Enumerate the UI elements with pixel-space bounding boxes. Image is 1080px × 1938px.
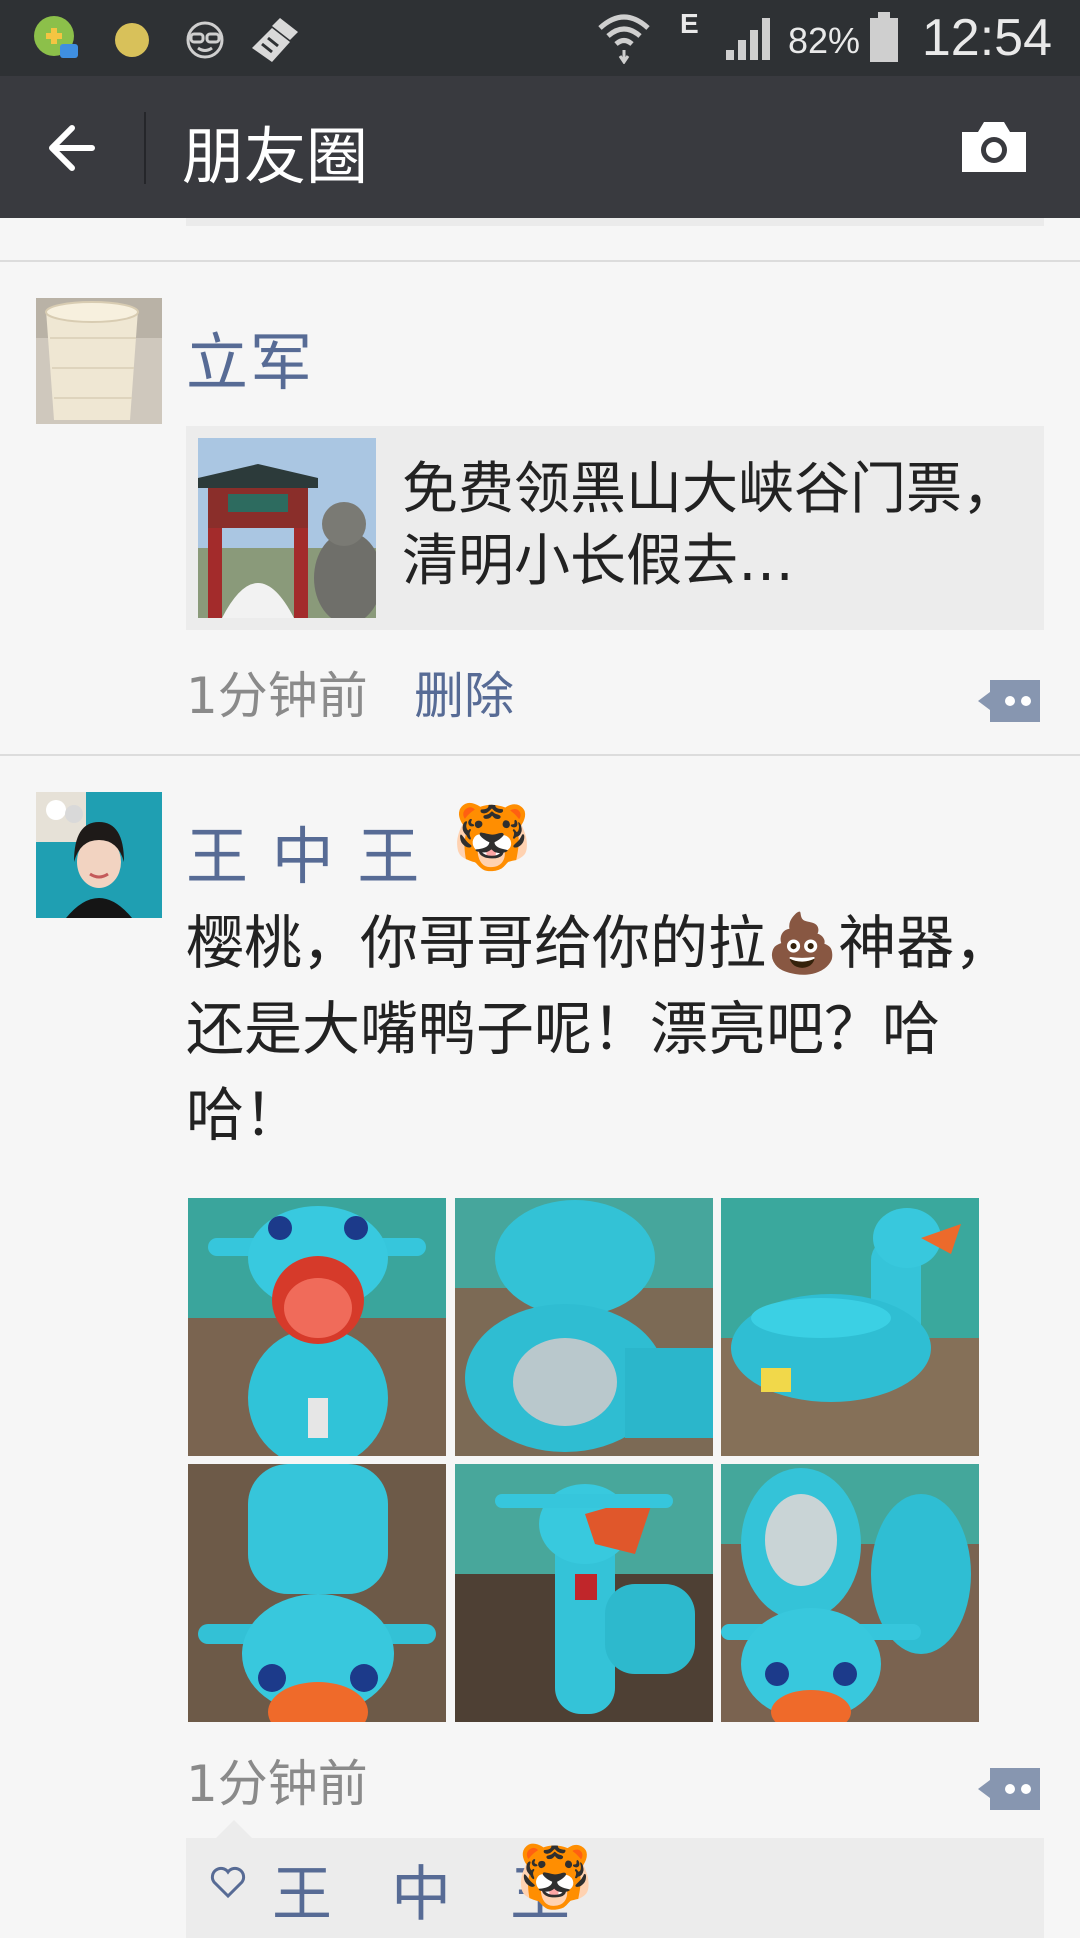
nav-divider (144, 112, 146, 184)
previous-post-edge (186, 218, 1044, 226)
camera-icon[interactable] (958, 118, 1030, 176)
post-divider (0, 260, 1080, 262)
wifi-icon (598, 14, 650, 64)
signal-icon (726, 18, 770, 60)
post-photo-6[interactable] (721, 1464, 979, 1722)
network-type: E (680, 8, 699, 39)
post-author-name[interactable]: 王 中 王 (186, 806, 421, 896)
heart-icon (210, 1866, 246, 1899)
post-author-name[interactable]: 立军 (186, 312, 314, 402)
status-bar: E 82% 12:54 (0, 0, 1080, 76)
post-divider (0, 754, 1080, 756)
post-time: 1分钟前 (186, 667, 368, 725)
app-notification-icon (34, 16, 78, 58)
nav-bar: 朋友圈 (0, 76, 1080, 218)
clock: 12:54 (921, 9, 1052, 67)
post-photo-3[interactable] (721, 1198, 979, 1456)
shared-link-title: 免费领黑山大峡谷门票，清明小长假去… (402, 457, 1018, 594)
post-photo-1[interactable] (188, 1198, 446, 1456)
face-glasses-icon (186, 21, 224, 59)
post-photo-4[interactable] (188, 1464, 446, 1722)
shared-link-card[interactable]: 免费领黑山大峡谷门票，清明小长假去… (186, 426, 1044, 630)
post-text: 樱桃，你哥哥给你的拉💩神器，还是大嘴鸭子呢！漂亮吧？哈哈！ (186, 909, 1013, 1149)
tiger-emoji-icon: 🐯 (452, 801, 532, 875)
comment-options-icon[interactable] (976, 678, 1042, 724)
shared-link-thumbnail (198, 438, 376, 618)
dot-notification-icon (115, 23, 149, 57)
post-photo-2[interactable] (455, 1198, 713, 1456)
avatar-post-1[interactable] (36, 298, 162, 424)
back-arrow-icon[interactable] (40, 118, 100, 178)
battery-icon (870, 12, 898, 62)
likes-pointer (214, 1820, 254, 1840)
broom-icon (252, 18, 298, 62)
battery-percent: 82% (787, 20, 860, 61)
delete-link[interactable]: 删除 (414, 656, 514, 728)
page-title: 朋友圈 (182, 120, 369, 193)
post-photo-5[interactable] (455, 1464, 713, 1722)
post-time: 1分钟前 (186, 1755, 368, 1813)
tiger-emoji-icon: 🐯 (516, 1840, 594, 1913)
likes-panel: 王 中 王 🐯 (186, 1838, 1044, 1938)
avatar-post-2[interactable] (36, 792, 162, 918)
comment-options-icon[interactable] (976, 1766, 1042, 1812)
